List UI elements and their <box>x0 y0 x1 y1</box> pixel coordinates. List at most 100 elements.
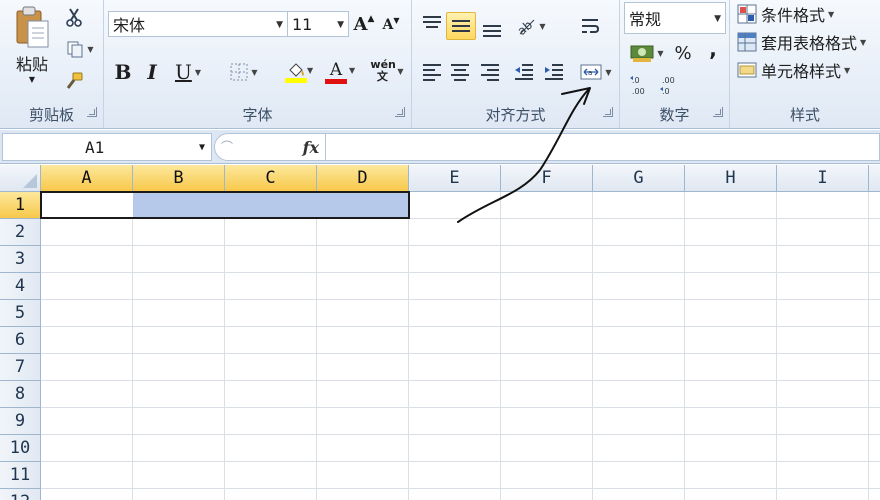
column-header-d[interactable]: D <box>317 165 409 191</box>
underline-icon: U <box>174 60 192 84</box>
name-box[interactable]: A1 ▼ <box>2 133 212 161</box>
cell-styles-label: 单元格样式 <box>761 62 842 81</box>
shrink-font-button[interactable]: A ▼ <box>379 13 403 37</box>
expand-handle-icon[interactable]: ⌒ <box>221 138 233 155</box>
paste-icon <box>16 6 49 48</box>
alignment-group-label: 对齐方式 <box>485 106 546 124</box>
number-launcher-icon[interactable] <box>713 107 723 117</box>
conditional-format-button[interactable]: 条件格式 ▼ <box>736 2 876 26</box>
column-header-b[interactable]: B <box>133 165 225 191</box>
clipboard-group: 粘贴 ▼ ▼ 剪贴板 <box>0 0 104 128</box>
row-header-6[interactable]: 6 <box>0 327 40 354</box>
column-header-g[interactable]: G <box>593 165 685 191</box>
cut-button[interactable] <box>62 6 86 28</box>
selection-border <box>40 191 410 219</box>
percent-style-button[interactable]: % <box>670 40 696 66</box>
wrap-text-button[interactable] <box>576 12 604 40</box>
border-icon <box>230 63 248 81</box>
increase-decimal-button[interactable]: .0 .00 <box>628 72 656 98</box>
borders-button[interactable]: ▼ <box>224 60 264 84</box>
grow-font-button[interactable]: A ▲ <box>352 11 376 37</box>
merge-cells-icon: a <box>580 64 602 80</box>
select-all-button[interactable] <box>0 165 41 191</box>
comma-icon: , <box>709 37 717 61</box>
scissors-icon <box>66 8 82 27</box>
formula-input[interactable] <box>326 133 880 161</box>
increase-indent-button[interactable] <box>540 58 568 86</box>
chevron-down-icon: ▼ <box>539 21 546 31</box>
row-header-4[interactable]: 4 <box>0 273 40 300</box>
paste-button[interactable]: 粘贴 ▼ <box>6 2 58 92</box>
chevron-down-icon[interactable]: ▼ <box>307 66 313 75</box>
phonetic-icon: wén 文 <box>370 58 396 83</box>
clipboard-launcher-icon[interactable] <box>87 107 97 117</box>
decrease-decimal-button[interactable]: .00 .0 <box>658 72 686 98</box>
italic-icon: I <box>147 60 157 84</box>
down-caret-icon: ▼ <box>393 15 400 25</box>
column-header-c[interactable]: C <box>225 165 317 191</box>
column-header-a[interactable]: A <box>41 165 133 191</box>
align-top-button[interactable] <box>418 12 446 40</box>
bold-icon: B <box>114 60 132 84</box>
paste-label: 粘贴 <box>15 55 48 74</box>
insert-function-icon[interactable]: fx <box>303 138 319 157</box>
column-header-f[interactable]: F <box>501 165 593 191</box>
svg-text:.0: .0 <box>632 76 640 85</box>
insert-function-area: ⌒ fx <box>214 133 326 161</box>
font-name-select[interactable]: 宋体 ▼ <box>108 11 288 37</box>
alignment-launcher-icon[interactable] <box>603 107 613 117</box>
column-header-i[interactable]: I <box>777 165 869 191</box>
italic-button[interactable]: I <box>140 58 164 86</box>
underline-button[interactable]: U ▼ <box>168 58 208 86</box>
align-center-button[interactable] <box>446 58 474 86</box>
row-header-3[interactable]: 3 <box>0 246 40 273</box>
chevron-down-icon[interactable]: ▼ <box>199 142 205 153</box>
chevron-down-icon: ▼ <box>714 14 721 24</box>
chevron-down-icon: ▼ <box>828 9 835 19</box>
chevron-down-icon: ▼ <box>276 20 283 30</box>
format-painter-button[interactable] <box>62 70 86 92</box>
decrease-indent-button[interactable] <box>510 58 538 86</box>
row-header-5[interactable]: 5 <box>0 300 40 327</box>
row-header-12[interactable]: 12 <box>0 489 40 500</box>
number-group: 常规 ▼ ▼ % , .0 .00 .00 .0 数字 <box>620 0 730 128</box>
format-as-table-button[interactable]: 套用表格格式 ▼ <box>736 30 880 54</box>
number-format-select[interactable]: 常规 ▼ <box>624 2 726 34</box>
row-header-10[interactable]: 10 <box>0 435 40 462</box>
cell-grid[interactable] <box>41 192 880 500</box>
align-center-icon <box>451 63 469 81</box>
row-header-1[interactable]: 1 <box>0 192 40 219</box>
align-right-button[interactable] <box>476 58 504 86</box>
currency-format-button[interactable]: ▼ <box>626 40 668 66</box>
copy-button[interactable]: ▼ <box>62 38 98 60</box>
align-middle-button[interactable] <box>446 12 476 40</box>
merge-center-button[interactable]: a ▼ <box>576 60 616 84</box>
chevron-down-icon: ▼ <box>397 66 404 76</box>
orientation-button[interactable]: ab ▼ <box>510 12 550 40</box>
chevron-down-icon: ▼ <box>860 37 867 47</box>
alignment-group: ab ▼ a ▼ 对齐方式 <box>412 0 620 128</box>
align-right-icon <box>481 63 499 81</box>
align-bottom-button[interactable] <box>478 12 506 40</box>
comma-style-button[interactable]: , <box>700 36 726 62</box>
conditional-format-label: 条件格式 <box>761 6 826 25</box>
row-header-8[interactable]: 8 <box>0 381 40 408</box>
cell-styles-button[interactable]: 单元格样式 ▼ <box>736 58 876 82</box>
bold-button[interactable]: B <box>110 58 136 86</box>
column-header-e[interactable]: E <box>409 165 501 191</box>
align-middle-icon <box>452 20 470 32</box>
phonetic-button[interactable]: wén 文 ▼ <box>366 56 408 86</box>
font-launcher-icon[interactable] <box>395 107 405 117</box>
svg-text:.0: .0 <box>662 87 670 96</box>
row-header-2[interactable]: 2 <box>0 219 40 246</box>
column-header-h[interactable]: H <box>685 165 777 191</box>
font-size-select[interactable]: 11 ▼ <box>287 11 349 37</box>
row-header-9[interactable]: 9 <box>0 408 40 435</box>
text-orientation-icon: ab <box>515 18 535 36</box>
chevron-down-icon[interactable]: ▼ <box>349 66 355 75</box>
copy-icon <box>67 41 83 58</box>
row-header-11[interactable]: 11 <box>0 462 40 489</box>
chevron-down-icon: ▼ <box>194 67 201 77</box>
align-left-button[interactable] <box>418 58 446 86</box>
row-header-7[interactable]: 7 <box>0 354 40 381</box>
